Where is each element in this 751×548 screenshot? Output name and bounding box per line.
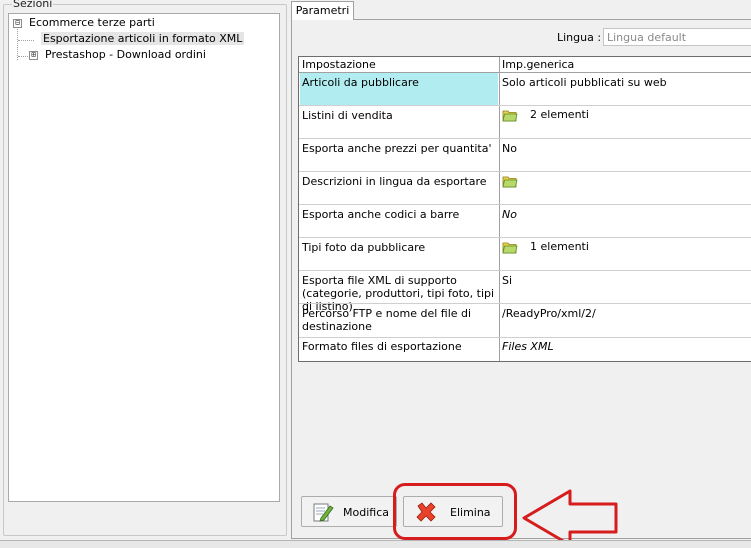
tree-node-label: Ecommerce terze parti [29,16,155,29]
highlight-box [393,483,517,540]
value-text: 2 elementi [530,108,589,121]
grid-row-value[interactable]: Files XML [502,340,554,353]
grid-row-label[interactable]: Esporta anche prezzi per quantita' [302,142,497,155]
grid-row-label[interactable]: Listini di vendita [302,109,497,122]
column-divider [499,57,500,361]
row-divider [299,105,751,106]
grid-row-label[interactable]: Formato files di esportazione [302,340,497,353]
sections-group: Sezioni ⊟ Ecommerce terze parti Esportaz… [3,0,287,536]
modifica-button[interactable]: Modifica [301,496,397,527]
grid-row-value[interactable]: Si [502,274,512,287]
tree-node-label: Prestashop - Download ordini [45,48,206,61]
collapse-icon[interactable]: ⊟ [13,19,22,28]
lingua-field[interactable]: Lingua default [603,28,751,46]
column-header-imp-generica[interactable]: Imp.generica [502,58,574,71]
grid-row-label[interactable]: Tipi foto da pubblicare [302,241,497,254]
row-divider [299,138,751,139]
grid-row-value-with-icon[interactable] [502,173,524,189]
row-divider [299,171,751,172]
edit-icon [313,503,334,522]
lingua-label: Lingua : [557,31,602,44]
folder-icon[interactable] [502,173,518,189]
grid-row-value[interactable]: Solo articoli pubblicati su web [502,76,667,89]
grid-row-value[interactable]: /ReadyPro/xml/2/ [502,307,596,320]
sections-tree[interactable]: ⊟ Ecommerce terze parti Esportazione art… [8,13,280,502]
row-divider [299,337,751,338]
tree-node-esportazione-xml[interactable]: Esportazione articoli in formato XML [41,31,245,47]
grid-row-label[interactable]: Articoli da pubblicare [302,76,497,89]
tree-connector [17,24,18,60]
row-divider [299,303,751,304]
grid-header: Impostazione Imp.generica [299,57,751,73]
column-header-impostazione[interactable]: Impostazione [302,58,376,71]
grid-row-value-with-icon[interactable]: 2 elementi [502,107,589,123]
grid-row-value-with-icon[interactable]: 1 elementi [502,239,589,255]
value-text: 1 elementi [530,240,589,253]
grid-row-value[interactable]: No [502,142,517,155]
expand-icon[interactable]: ⊞ [29,51,38,60]
grid-row-value[interactable]: No [502,208,517,221]
settings-grid[interactable]: Impostazione Imp.generica Articoli da pu… [298,56,751,362]
row-divider [299,270,751,271]
tree-connector [18,40,34,41]
pointer-arrow-icon [522,489,618,547]
tab-parametri[interactable]: Parametri [291,1,354,20]
sections-title: Sezioni [12,0,54,10]
grid-row-label[interactable]: Percorso FTP e nome del file di destinaz… [302,307,497,333]
modifica-label: Modifica [343,506,389,519]
folder-icon[interactable] [502,107,518,123]
grid-row-label[interactable]: Esporta anche codici a barre [302,208,497,221]
row-divider [299,237,751,238]
grid-row-label[interactable]: Descrizioni in lingua da esportare [302,175,497,188]
row-divider [299,204,751,205]
folder-icon[interactable] [502,239,518,255]
tree-node-label: Esportazione articoli in formato XML [41,32,245,45]
